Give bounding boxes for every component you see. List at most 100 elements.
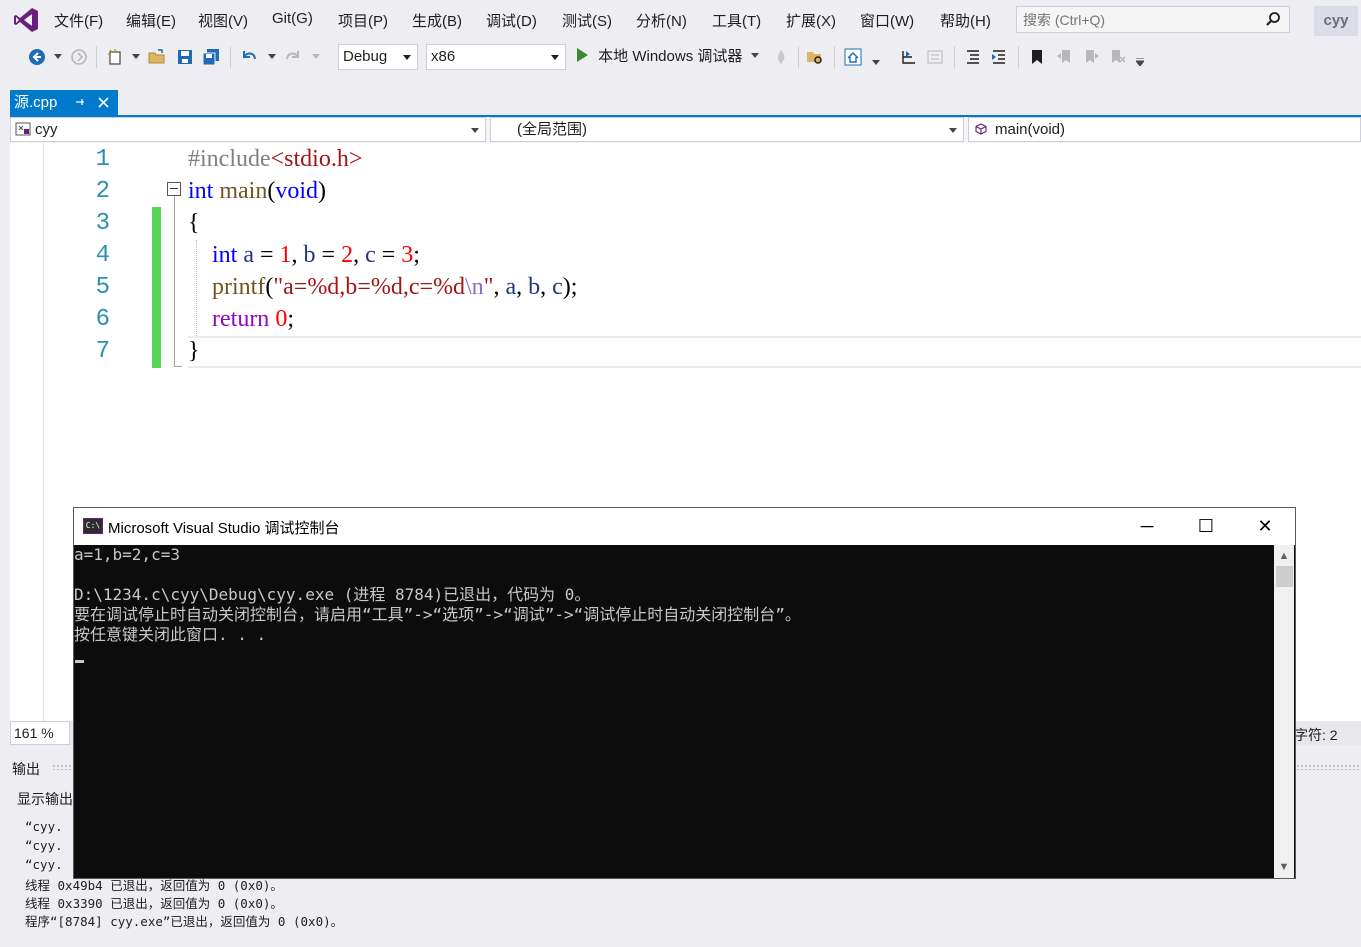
code-line-2[interactable]: int main(void) <box>188 175 326 207</box>
code-line-5[interactable]: printf("a=%d,b=%d,c=%d\n", a, b, c); <box>188 271 577 303</box>
minimize-button[interactable]: ─ <box>1118 508 1176 545</box>
next-bookmark-icon[interactable] <box>1082 48 1100 66</box>
save-icon[interactable] <box>176 48 194 66</box>
menu-build[interactable]: 生成(B) <box>412 10 462 31</box>
solution-explorer-home-icon[interactable] <box>844 48 862 66</box>
member-name: main(void) <box>995 121 1066 138</box>
platform-dropdown[interactable]: x86 <box>426 44 566 70</box>
platform-value: x86 <box>431 48 456 65</box>
line-number: 4 <box>95 242 110 269</box>
console-line: 要在调试停止时自动关闭控制台，请启用“工具”->“选项”->“调试”->“调试停… <box>74 605 801 624</box>
step-into-icon[interactable] <box>900 48 918 66</box>
menu-window[interactable]: 窗口(W) <box>860 10 914 31</box>
line-number: 2 <box>95 178 110 205</box>
code-line-6[interactable]: return 0; <box>188 303 294 335</box>
character-position-status: 字符: 2 <box>1294 727 1338 743</box>
console-vertical-scrollbar[interactable] <box>1274 545 1294 878</box>
code-line-4[interactable]: int a = 1, b = 2, c = 3; <box>188 239 420 271</box>
output-line: 线程 0x3390 已退出，返回值为 0 (0x0)。 <box>25 896 283 911</box>
chevron-down-icon[interactable] <box>268 54 276 60</box>
toolbar-separator <box>230 46 231 68</box>
scope-name: (全局范围) <box>517 121 587 138</box>
hot-reload-icon[interactable] <box>772 48 790 66</box>
console-scroll-thumb[interactable] <box>1276 566 1293 587</box>
zoom-level-dropdown[interactable]: 161 % <box>10 721 70 745</box>
open-folder-icon[interactable] <box>148 48 166 66</box>
menu-test[interactable]: 测试(S) <box>562 10 612 31</box>
clear-bookmarks-icon[interactable] <box>1108 48 1126 66</box>
undo-icon[interactable] <box>240 48 258 66</box>
outline-fold-end <box>174 366 182 367</box>
scroll-up-icon[interactable]: ▲ <box>1274 546 1294 566</box>
project-icon <box>15 122 31 136</box>
member-dropdown[interactable]: main(void) <box>968 117 1361 142</box>
close-button[interactable]: ✕ <box>1236 508 1294 545</box>
chevron-down-icon[interactable] <box>872 60 880 66</box>
bookmark-icon[interactable] <box>1028 48 1046 66</box>
menu-tools[interactable]: 工具(T) <box>712 10 761 31</box>
toolbar-separator <box>798 46 799 68</box>
menu-edit[interactable]: 编辑(E) <box>126 10 176 31</box>
visual-studio-logo-icon <box>14 8 38 32</box>
chevron-down-icon[interactable] <box>54 54 62 60</box>
toolbar-separator <box>1018 46 1019 68</box>
project-dropdown[interactable]: cyy <box>10 117 486 142</box>
play-icon <box>577 48 588 62</box>
search-icon[interactable] <box>1265 11 1281 27</box>
saved-changes-bar <box>152 207 161 368</box>
console-line: a=1,b=2,c=3 <box>74 545 180 564</box>
scope-dropdown[interactable]: (全局范围) <box>490 117 964 142</box>
code-line-7[interactable]: } <box>188 335 200 367</box>
chevron-down-icon[interactable] <box>312 54 320 60</box>
menu-project[interactable]: 项目(P) <box>338 10 388 31</box>
chevron-down-icon <box>471 128 479 133</box>
show-output-from-label: 显示输出 <box>17 791 73 807</box>
toolbar-separator <box>954 46 955 68</box>
navigate-forward-icon[interactable] <box>70 48 88 66</box>
configuration-dropdown[interactable]: Debug <box>338 44 418 70</box>
save-all-icon[interactable] <box>202 48 220 66</box>
previous-bookmark-icon[interactable] <box>1056 48 1074 66</box>
console-line: 按任意键关闭此窗口. . . <box>74 625 267 644</box>
output-line: “cyy. <box>25 819 63 834</box>
find-in-files-icon[interactable] <box>806 48 824 66</box>
close-icon[interactable] <box>98 97 109 108</box>
menu-help[interactable]: 帮助(H) <box>940 10 991 31</box>
menu-git[interactable]: Git(G) <box>272 10 313 27</box>
menu-view[interactable]: 视图(V) <box>198 10 248 31</box>
menu-extensions[interactable]: 扩展(X) <box>786 10 836 31</box>
redo-icon[interactable] <box>284 48 302 66</box>
chevron-down-icon[interactable] <box>132 54 140 60</box>
project-name: cyy <box>35 121 58 138</box>
scroll-down-icon[interactable]: ▼ <box>1274 857 1294 877</box>
pin-icon[interactable] <box>76 97 87 108</box>
console-app-icon: C:\ <box>83 518 103 534</box>
console-line: D:\1234.c\cyy\Debug\cyy.exe (进程 8784)已退出… <box>74 585 591 604</box>
maximize-button[interactable]: ☐ <box>1177 508 1235 545</box>
step-over-icon[interactable] <box>926 48 944 66</box>
menu-debug[interactable]: 调试(D) <box>486 10 537 31</box>
comment-lines-icon[interactable] <box>964 48 982 66</box>
user-account-button[interactable]: cyy <box>1314 6 1358 36</box>
debugger-label: 本地 Windows 调试器 <box>598 48 743 65</box>
chevron-down-icon <box>750 53 759 58</box>
collapse-toggle-icon[interactable] <box>167 182 181 196</box>
search-box[interactable] <box>1016 6 1290 33</box>
chevron-down-icon <box>949 128 957 133</box>
line-number: 1 <box>95 146 110 173</box>
navigate-back-icon[interactable] <box>28 48 46 66</box>
search-input[interactable] <box>1017 7 1259 32</box>
tab-source-file[interactable]: 源.cpp <box>10 90 118 115</box>
line-number: 7 <box>95 338 110 365</box>
console-title: Microsoft Visual Studio 调试控制台 <box>108 520 340 537</box>
code-line-1[interactable]: #include<stdio.h> <box>188 143 362 175</box>
start-debugging-button[interactable]: 本地 Windows 调试器 <box>576 46 759 68</box>
menu-analyze[interactable]: 分析(N) <box>636 10 687 31</box>
uncomment-lines-icon[interactable] <box>990 48 1008 66</box>
toolbar-overflow-icon[interactable] <box>1136 58 1144 66</box>
new-item-icon[interactable] <box>106 48 124 66</box>
output-panel-title: 输出 <box>12 761 40 777</box>
code-line-3[interactable]: { <box>188 207 200 239</box>
menu-file[interactable]: 文件(F) <box>54 10 103 31</box>
outline-fold-line <box>174 196 175 366</box>
